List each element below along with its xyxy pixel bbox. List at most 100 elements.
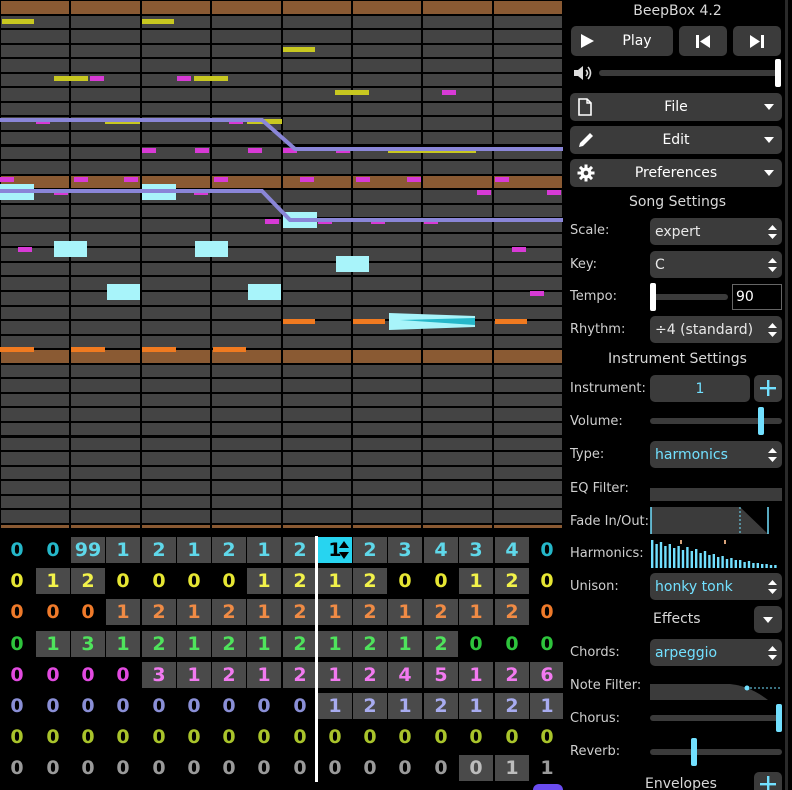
pattern-cell[interactable]: 0 (459, 724, 493, 750)
pattern-cell[interactable]: 0 (177, 755, 211, 781)
pattern-cell[interactable]: 1 (36, 630, 70, 657)
effects-dropdown-button[interactable] (754, 606, 782, 633)
pattern-cell[interactable]: 1 (388, 599, 422, 626)
pattern-cell[interactable]: 1 (318, 630, 352, 657)
pattern-cell[interactable]: 4 (424, 537, 458, 563)
pattern-cell[interactable]: 1 (318, 568, 352, 595)
pattern-cell[interactable]: 0 (459, 755, 493, 782)
pattern-cell[interactable]: 2 (283, 537, 317, 563)
preferences-menu[interactable]: Preferences (570, 159, 782, 187)
pattern-cell[interactable]: 2 (212, 630, 246, 657)
pattern-cell[interactable]: 0 (283, 724, 317, 750)
pattern-cell[interactable]: 0 (0, 537, 34, 563)
pattern-cell[interactable]: 2 (495, 693, 529, 719)
pattern-cell[interactable]: 3 (459, 537, 493, 563)
pattern-cell[interactable]: 0 (0, 599, 34, 625)
pattern-cell[interactable]: 2 (142, 599, 176, 626)
pattern-cell[interactable]: 0 (0, 724, 34, 750)
pattern-cell[interactable]: 0 (283, 755, 317, 781)
pattern-cell[interactable]: 0 (212, 724, 246, 750)
pattern-cell[interactable]: 1 (106, 599, 140, 626)
pattern-cell[interactable]: 0 (71, 662, 105, 688)
pattern-cell[interactable]: 0 (71, 599, 105, 625)
pattern-cell[interactable]: 1 (36, 568, 70, 595)
pattern-cell[interactable]: 99 (71, 537, 105, 563)
pattern-cell[interactable]: 1 (459, 693, 493, 719)
pattern-cell[interactable]: 0 (424, 724, 458, 750)
pattern-cell[interactable]: 1 (177, 537, 211, 563)
pattern-cell[interactable]: 0 (71, 755, 105, 781)
next-bar-button[interactable] (733, 26, 781, 56)
pattern-cell[interactable]: 0 (106, 662, 140, 688)
pattern-cell[interactable]: 2 (283, 568, 317, 595)
pattern-cell[interactable]: 2 (283, 630, 317, 657)
pattern-cell[interactable]: 0 (247, 755, 281, 781)
piano-roll[interactable] (0, 0, 563, 528)
pattern-cell[interactable]: 0 (318, 755, 352, 781)
pattern-cell[interactable]: 2 (353, 599, 387, 626)
pattern-cell[interactable]: 1 (530, 693, 564, 719)
pattern-cell[interactable]: 0 (424, 755, 458, 781)
pattern-cell[interactable]: 0 (388, 568, 422, 594)
pattern-cell[interactable]: 2 (71, 568, 105, 595)
pattern-cell[interactable]: 2 (353, 630, 387, 657)
fade-editor[interactable] (650, 505, 782, 535)
instrument-volume-knob[interactable] (758, 407, 764, 435)
pattern-cell[interactable]: 2 (353, 537, 387, 563)
chorus-knob[interactable] (776, 704, 782, 732)
pattern-cell[interactable]: 0 (142, 693, 176, 719)
previous-bar-button[interactable] (679, 26, 727, 56)
rhythm-select[interactable]: ÷4 (standard) (650, 316, 782, 343)
pattern-cell[interactable]: 0 (71, 693, 105, 719)
pattern-cell[interactable]: 1 (247, 599, 281, 626)
pattern-cell[interactable]: 1 (530, 755, 564, 781)
note-slides[interactable] (0, 0, 563, 528)
chords-select[interactable]: arpeggio (650, 639, 782, 666)
pattern-cell[interactable]: 0 (36, 537, 70, 563)
pattern-cell[interactable]: 2 (283, 661, 317, 688)
pattern-cell[interactable]: 2 (424, 599, 458, 626)
edit-menu[interactable]: Edit (570, 126, 782, 154)
add-instrument-button[interactable] (754, 375, 782, 402)
play-button[interactable]: Play (571, 26, 673, 56)
pattern-cell[interactable]: 0 (212, 755, 246, 781)
pattern-cell[interactable]: 0 (177, 568, 211, 594)
pattern-cell[interactable]: 0 (0, 755, 34, 781)
pattern-cell[interactable]: 1 (318, 693, 352, 719)
pattern-cell[interactable]: 0 (283, 693, 317, 719)
add-envelope-button[interactable] (754, 772, 782, 790)
key-select[interactable]: C (650, 251, 782, 278)
pattern-cell[interactable]: 5 (424, 661, 458, 688)
pattern-cell[interactable]: 1 (459, 661, 493, 688)
pattern-cell[interactable]: 0 (388, 755, 422, 781)
scale-select[interactable]: expert (650, 218, 782, 245)
pattern-cell[interactable]: 2 (212, 537, 246, 563)
pattern-cell[interactable]: 0 (0, 662, 34, 688)
pattern-cell[interactable]: 2 (353, 568, 387, 595)
pattern-cell[interactable]: 0 (353, 755, 387, 781)
master-volume-knob[interactable] (775, 59, 781, 87)
pattern-cell[interactable]: 0 (0, 631, 34, 657)
pattern-cell[interactable]: 1 (459, 568, 493, 595)
pattern-cell[interactable]: 0 (142, 568, 176, 594)
pattern-cell[interactable]: 2 (353, 661, 387, 688)
pattern-cell[interactable]: 0 (212, 693, 246, 719)
pattern-cell[interactable]: 0 (36, 755, 70, 781)
master-volume-slider[interactable] (599, 70, 779, 76)
pattern-cell[interactable]: 3 (71, 630, 105, 657)
pattern-cell[interactable]: 2 (142, 537, 176, 563)
pattern-cell[interactable]: 1 (495, 755, 529, 782)
eq-filter-editor[interactable] (650, 488, 782, 501)
pattern-cell[interactable]: 1 (247, 568, 281, 595)
pattern-cell[interactable]: 0 (0, 568, 34, 594)
pattern-cell[interactable]: 1 (177, 630, 211, 657)
pattern-cell[interactable]: 0 (459, 631, 493, 657)
pattern-cell[interactable]: 2 (424, 630, 458, 657)
pattern-cell[interactable]: 0 (530, 599, 564, 625)
pattern-cell[interactable]: 1 (459, 599, 493, 626)
pattern-cell[interactable]: 3 (142, 661, 176, 688)
pattern-cell[interactable]: 0 (142, 755, 176, 781)
pattern-cell[interactable]: 2 (283, 599, 317, 626)
pattern-cell[interactable]: 0 (247, 693, 281, 719)
pattern-cell[interactable]: 0 (247, 724, 281, 750)
